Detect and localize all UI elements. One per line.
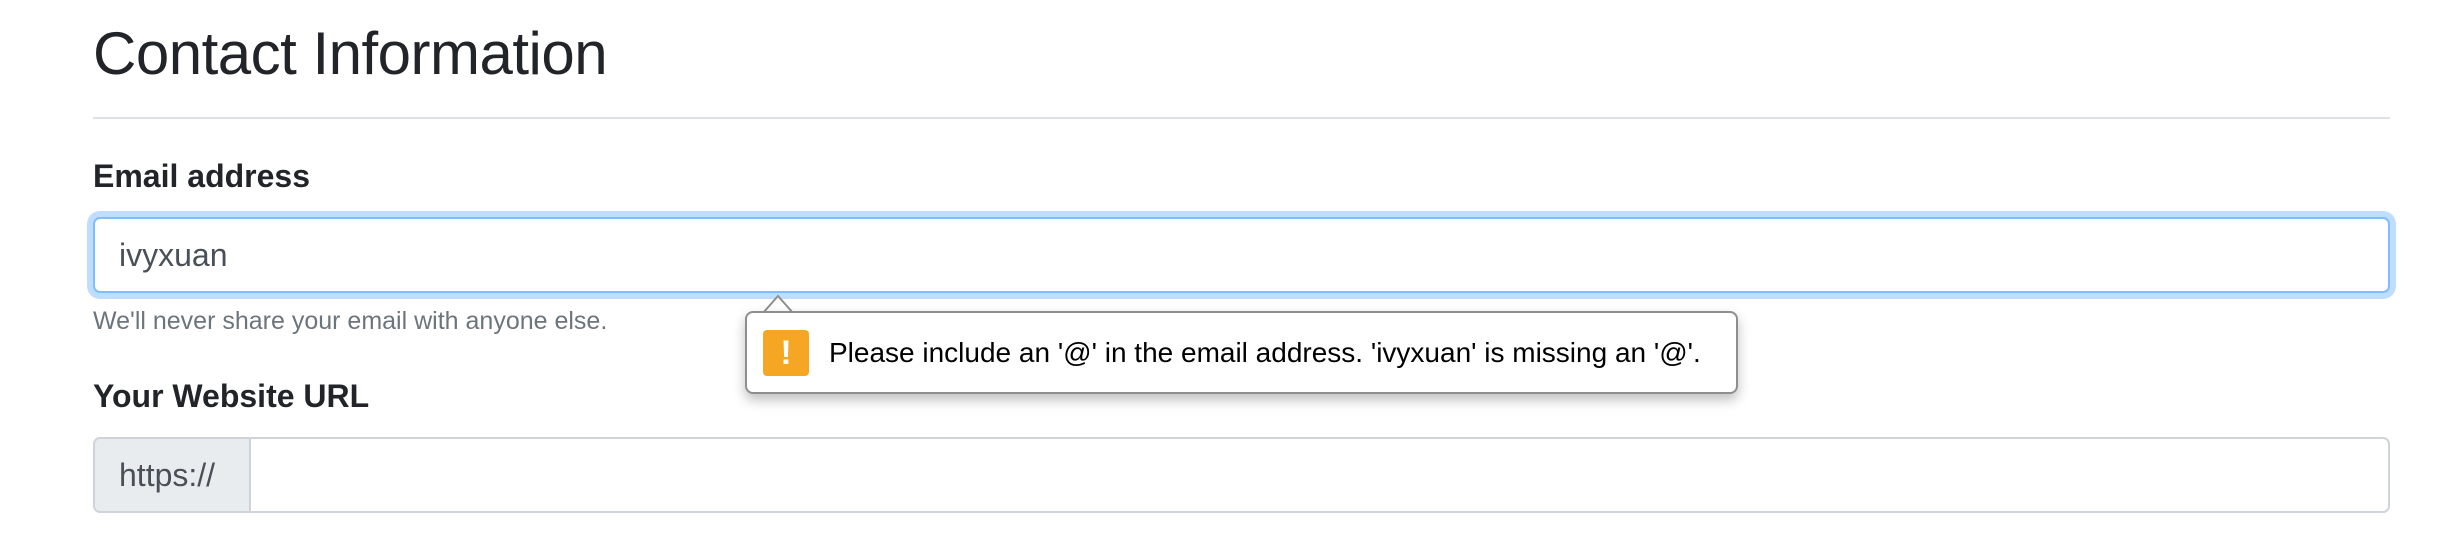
contact-form-page: Contact Information Email address We'll … [0, 0, 2458, 542]
email-input[interactable] [93, 217, 2390, 293]
website-url-input[interactable] [251, 437, 2390, 513]
warning-icon: ! [763, 329, 809, 376]
email-label: Email address [93, 158, 310, 194]
url-prefix: https:// [93, 437, 251, 513]
page-title: Contact Information [93, 20, 608, 87]
validation-tooltip: ! Please include an '@' in the email add… [745, 311, 1738, 394]
validation-message: Please include an '@' in the email addre… [829, 336, 1701, 368]
website-input-group: https:// [93, 437, 2390, 513]
website-label: Your Website URL [93, 378, 370, 414]
title-divider [93, 117, 2390, 119]
email-help-text: We'll never share your email with anyone… [93, 307, 608, 335]
